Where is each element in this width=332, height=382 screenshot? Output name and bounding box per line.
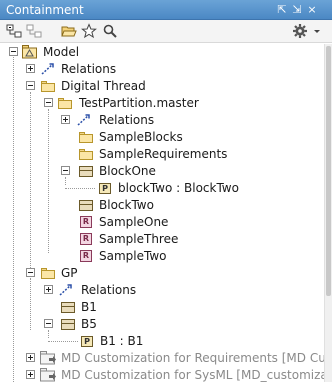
block-icon	[79, 200, 93, 211]
block-icon	[61, 319, 75, 330]
used-project-package-icon	[40, 351, 56, 365]
tree-item-label: B5	[81, 317, 97, 331]
search-icon[interactable]	[102, 23, 118, 39]
tree-item-label: Relations	[81, 283, 137, 297]
tree-item-block-two[interactable]: BlockTwo	[0, 197, 324, 214]
tree-item-digital-thread[interactable]: Digital Thread	[0, 78, 324, 95]
panel-title-bar: Containment ⇱ ⇲ ×	[0, 0, 332, 20]
tree-item-label: SampleBlocks	[99, 130, 183, 144]
tree-item-label: Digital Thread	[61, 79, 146, 93]
tree-item-relations[interactable]: Relations	[0, 282, 324, 299]
tree-item-label: MD Customization for Requirements [MD Cu…	[61, 351, 324, 365]
gear-icon[interactable]	[292, 23, 308, 39]
part-property-icon: P	[81, 336, 93, 347]
expand-toggle[interactable]	[26, 370, 35, 379]
tree-item-md-customization-sysml[interactable]: MD Customization for SysML [MD_customiza…	[0, 367, 324, 382]
tree-item-label: B1 : B1	[100, 334, 144, 348]
open-folder-icon[interactable]	[61, 23, 77, 39]
block-icon	[61, 302, 75, 313]
float-panel-icon[interactable]: ⇱	[276, 3, 288, 16]
tree-item-gp[interactable]: GP	[0, 265, 324, 282]
tree-item-label: GP	[61, 266, 78, 280]
tree-item-label: Relations	[99, 113, 155, 127]
requirement-icon: R	[80, 216, 92, 228]
vertical-scrollbar[interactable]	[324, 44, 332, 382]
tree-item-sample-one[interactable]: R SampleOne	[0, 214, 324, 231]
relations-icon	[76, 113, 92, 127]
tree-item-relations[interactable]: Relations	[0, 112, 324, 129]
expand-toggle[interactable]	[44, 285, 53, 294]
tree-item-label: BlockOne	[99, 164, 156, 178]
tree-connector	[48, 341, 78, 342]
tree-item-label: SampleOne	[99, 215, 169, 229]
tree-item-label: B1	[81, 300, 97, 314]
tree-item-sample-requirements[interactable]: SampleRequirements	[0, 146, 324, 163]
tree-item-label: Relations	[61, 62, 117, 76]
collapse-toggle[interactable]	[9, 47, 18, 56]
tree-item-label: TestPartition.master	[79, 96, 199, 110]
tree-item-label: MD Customization for SysML [MD_customiza…	[61, 368, 324, 382]
tree-connector	[65, 188, 95, 189]
scrollbar-thumb[interactable]	[326, 46, 331, 296]
model-package-icon	[22, 45, 38, 59]
close-panel-icon[interactable]: ×	[306, 3, 318, 16]
requirement-icon: R	[80, 250, 92, 262]
tree-item-part-block-two[interactable]: P blockTwo : BlockTwo	[0, 180, 324, 197]
tree-item-b5[interactable]: B5	[0, 316, 324, 333]
tree-item-relations[interactable]: Relations	[0, 61, 324, 78]
tree-item-label: blockTwo : BlockTwo	[118, 181, 239, 195]
panel-title: Containment	[6, 3, 84, 17]
expand-all-icon[interactable]	[26, 23, 42, 39]
expand-toggle[interactable]	[26, 64, 35, 73]
tree-item-part-b1[interactable]: P B1 : B1	[0, 333, 324, 350]
tree-item-label: SampleRequirements	[99, 147, 228, 161]
dropdown-arrow-icon[interactable]	[313, 23, 321, 39]
tree-item-block-one[interactable]: BlockOne	[0, 163, 324, 180]
expand-toggle[interactable]	[26, 353, 35, 362]
tree-item-test-partition[interactable]: TestPartition.master	[0, 95, 324, 112]
containment-tree: Model Relations Digital Thread TestParti…	[0, 44, 324, 382]
tree-item-sample-three[interactable]: R SampleThree	[0, 231, 324, 248]
tree-item-b1[interactable]: B1	[0, 299, 324, 316]
expand-toggle[interactable]	[61, 115, 70, 124]
used-project-package-icon	[40, 368, 56, 382]
tree-item-sample-two[interactable]: R SampleTwo	[0, 248, 324, 265]
pin-panel-icon[interactable]: ⇲	[291, 3, 303, 16]
collapse-toggle[interactable]	[61, 166, 70, 175]
collapse-all-icon[interactable]	[6, 23, 22, 39]
tree-item-label: SampleTwo	[99, 249, 167, 263]
block-icon	[79, 166, 93, 177]
relations-icon	[40, 62, 56, 76]
tree-item-label: SampleThree	[99, 232, 179, 246]
collapse-toggle[interactable]	[26, 268, 35, 277]
collapse-toggle[interactable]	[26, 81, 35, 90]
requirement-icon: R	[80, 233, 92, 245]
folder-icon	[79, 149, 93, 160]
folder-icon	[58, 98, 72, 109]
relations-icon	[58, 283, 74, 297]
tree-item-model[interactable]: Model	[0, 44, 324, 61]
folder-icon	[79, 132, 93, 143]
collapse-toggle[interactable]	[44, 98, 53, 107]
containment-toolbar	[0, 20, 332, 43]
folder-icon	[41, 268, 55, 279]
part-property-icon: P	[99, 183, 111, 194]
star-icon[interactable]	[81, 23, 97, 39]
collapse-toggle[interactable]	[44, 319, 53, 328]
tree-item-sample-blocks[interactable]: SampleBlocks	[0, 129, 324, 146]
tree-item-label: Model	[43, 45, 80, 59]
folder-icon	[41, 81, 55, 92]
tree-item-md-customization-requirements[interactable]: MD Customization for Requirements [MD Cu…	[0, 350, 324, 367]
tree-item-label: BlockTwo	[99, 198, 154, 212]
